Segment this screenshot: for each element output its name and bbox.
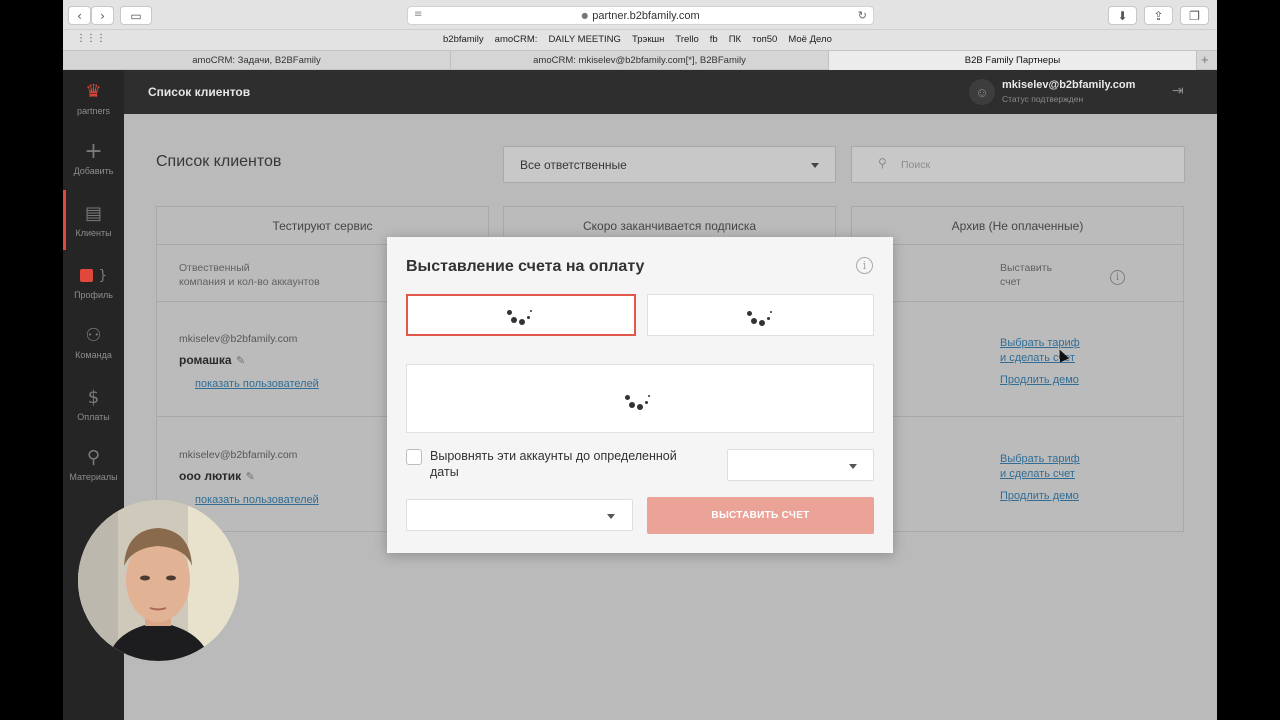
sidebar-item-label: Команда bbox=[75, 350, 112, 360]
reader-icon[interactable]: ≡ bbox=[414, 9, 422, 20]
bookmark-item[interactable]: топ50 bbox=[752, 34, 777, 45]
browser-tab[interactable]: amoCRM: mkiselev@b2bfamily.com[*], B2BFa… bbox=[451, 51, 829, 70]
chevron-down-icon bbox=[607, 514, 615, 519]
forward-icon[interactable]: › bbox=[91, 6, 114, 25]
info-icon[interactable]: i bbox=[856, 257, 873, 274]
sidebar-item-label: Клиенты bbox=[75, 228, 112, 238]
bookmark-item[interactable]: DAILY MEETING bbox=[548, 34, 621, 45]
invoice-modal: Выставление счета на оплату i Выровнять … bbox=[387, 237, 893, 553]
team-icon: ⚇ bbox=[85, 325, 102, 346]
pin-icon: ⚲ bbox=[86, 447, 101, 468]
sidebar-item-profile[interactable]: } Профиль bbox=[63, 265, 124, 300]
webcam-image bbox=[78, 500, 239, 661]
browser-window: ‹ › ▭ ≡ ● partner.b2bfamily.com ↻ ⬇ ⇪ ❐ … bbox=[63, 0, 1217, 720]
loading-spinner-icon bbox=[625, 392, 653, 412]
browser-tab[interactable]: amoCRM: Задачи, B2BFamily bbox=[63, 51, 451, 70]
bookmark-item[interactable]: Трэкшн bbox=[632, 34, 664, 45]
loading-spinner-icon bbox=[507, 307, 535, 327]
lock-icon: ● bbox=[581, 11, 589, 20]
bookmark-item[interactable]: ПК bbox=[729, 34, 741, 45]
sidebar-item-label: Оплаты bbox=[77, 412, 110, 422]
sidebar-item-materials[interactable]: ⚲ Материалы bbox=[63, 447, 124, 483]
sidebar-item-label: Профиль bbox=[74, 290, 113, 300]
avatar[interactable]: ☺ bbox=[969, 79, 995, 105]
modal-title: Выставление счета на оплату bbox=[406, 258, 645, 275]
address-bar[interactable]: ≡ ● partner.b2bfamily.com ↻ bbox=[407, 6, 874, 25]
plus-icon: + bbox=[84, 139, 103, 164]
tariff-select[interactable] bbox=[406, 499, 633, 531]
bookmark-item[interactable]: b2bfamily bbox=[443, 34, 484, 45]
logout-icon[interactable]: ⇥ bbox=[1172, 83, 1184, 99]
tabs-overview-icon[interactable]: ❐ bbox=[1180, 6, 1209, 25]
crown-logo-icon: ♛ bbox=[85, 81, 102, 102]
bookmark-item[interactable]: Моё Дело bbox=[788, 34, 832, 45]
webcam-overlay bbox=[78, 500, 239, 661]
bookmark-item[interactable]: amoCRM: bbox=[495, 34, 538, 45]
downloads-icon[interactable]: ⬇ bbox=[1108, 6, 1137, 25]
header: Список клиентов ☺ mkiselev@b2bfamily.com… bbox=[124, 70, 1217, 114]
option-card-selected[interactable] bbox=[406, 294, 636, 336]
reload-icon[interactable]: ↻ bbox=[858, 9, 867, 22]
bookmark-item[interactable]: Trello bbox=[675, 34, 698, 45]
bookmarks-bar: ⋮⋮⋮ b2bfamily amoCRM: DAILY MEETING Трэк… bbox=[63, 30, 1217, 50]
dollar-icon: $ bbox=[87, 387, 100, 408]
sidebar-item-payments[interactable]: $ Оплаты bbox=[63, 387, 124, 423]
browser-toolbar: ‹ › ▭ ≡ ● partner.b2bfamily.com ↻ ⬇ ⇪ ❐ bbox=[63, 0, 1217, 30]
header-title: Список клиентов bbox=[148, 85, 251, 99]
back-icon[interactable]: ‹ bbox=[68, 6, 91, 25]
user-email: mkiselev@b2bfamily.com bbox=[1002, 79, 1136, 91]
sidebar-item-add[interactable]: + Добавить bbox=[63, 139, 124, 177]
align-accounts-label: Выровнять эти аккаунты до определенной д… bbox=[430, 449, 677, 479]
profile-icon: } bbox=[63, 265, 124, 286]
user-status: Статус подтвержден bbox=[1002, 94, 1084, 104]
browser-tabs: amoCRM: Задачи, B2BFamily amoCRM: mkisel… bbox=[63, 50, 1217, 70]
sidebar-item-team[interactable]: ⚇ Команда bbox=[63, 325, 124, 361]
new-tab-icon[interactable]: + bbox=[1201, 52, 1209, 67]
sidebar-item-label: Добавить bbox=[73, 166, 114, 176]
share-icon[interactable]: ⇪ bbox=[1144, 6, 1173, 25]
logo-label: partners bbox=[76, 106, 111, 116]
document-icon: ▤ bbox=[84, 203, 102, 224]
logo[interactable]: ♛ partners bbox=[63, 81, 124, 117]
option-card[interactable] bbox=[647, 294, 874, 336]
url-text: partner.b2bfamily.com bbox=[592, 9, 700, 22]
sidebar-item-label: Материалы bbox=[69, 472, 118, 482]
create-invoice-button[interactable]: ВЫСТАВИТЬ СЧЕТ bbox=[647, 497, 874, 534]
browser-tab-active[interactable]: B2B Family Партнеры bbox=[829, 51, 1197, 70]
bookmark-item[interactable]: fb bbox=[710, 34, 718, 45]
chevron-down-icon bbox=[849, 464, 857, 469]
loading-panel bbox=[406, 364, 874, 433]
apps-grid-icon[interactable]: ⋮⋮⋮ bbox=[76, 33, 106, 44]
date-select[interactable] bbox=[727, 449, 874, 481]
loading-spinner-icon bbox=[747, 308, 775, 328]
sidebar-item-clients[interactable]: ▤ Клиенты bbox=[63, 203, 124, 239]
sidebar-toggle-icon[interactable]: ▭ bbox=[120, 6, 152, 25]
align-accounts-checkbox[interactable] bbox=[406, 449, 422, 465]
